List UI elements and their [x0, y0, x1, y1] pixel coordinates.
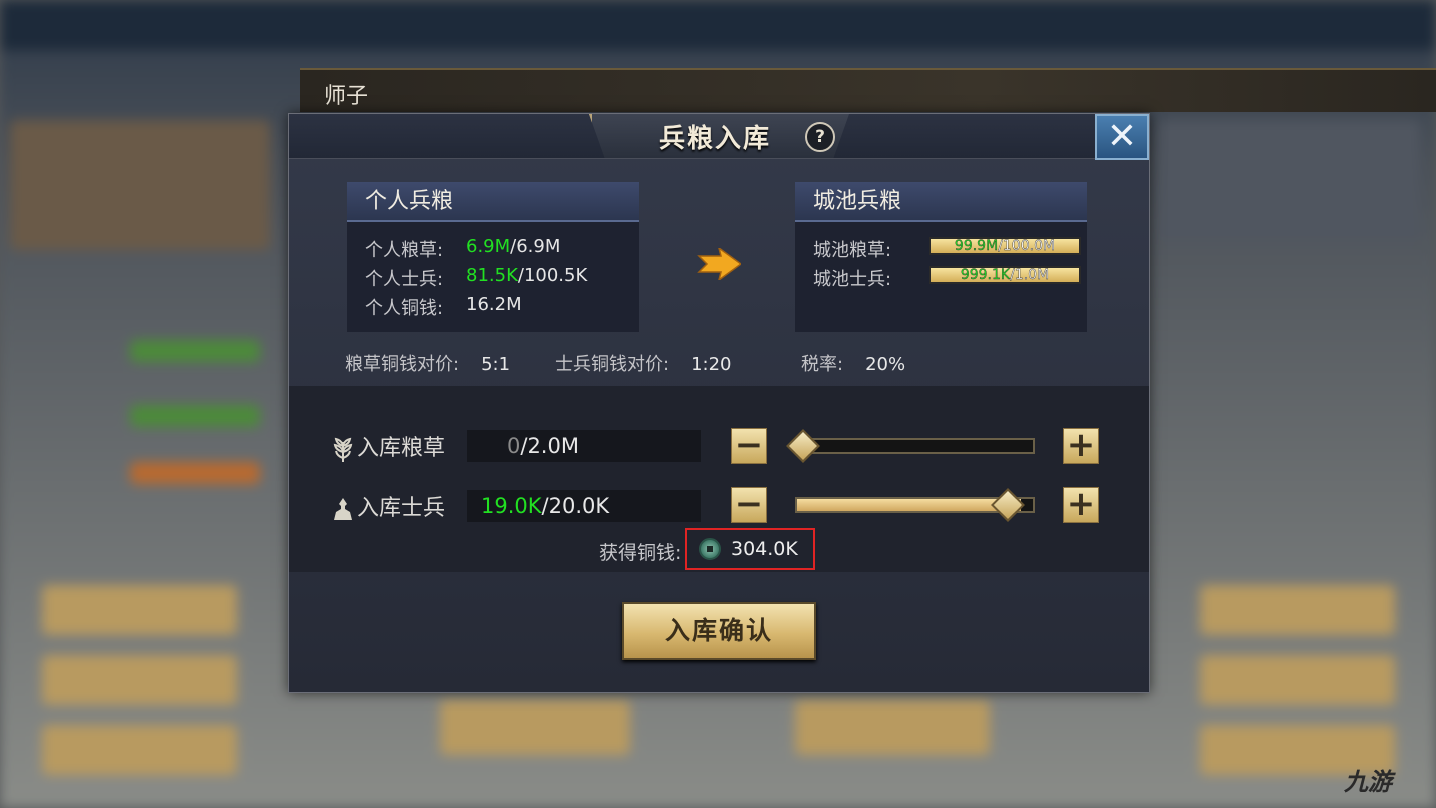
personal-grain-row: 个人粮草: 6.9M/6.9M: [365, 236, 561, 261]
confirm-deposit-button[interactable]: 入库确认: [622, 602, 816, 660]
grain-minus-button[interactable]: −: [731, 428, 767, 464]
transfer-arrow-icon: [697, 248, 741, 280]
grain-slider-track[interactable]: [795, 438, 1035, 454]
personal-soldiers-max: /100.5K: [517, 265, 588, 286]
city-soldiers-row: 城池士兵: 999.1K/1.0M: [813, 265, 1081, 291]
grain-rate: 粮草铜钱对价: 5:1: [345, 354, 511, 375]
deposit-soldiers-label: 入库士兵: [331, 490, 445, 522]
personal-grain-max: /6.9M: [510, 236, 561, 257]
grain-plus-button[interactable]: +: [1063, 428, 1099, 464]
help-icon[interactable]: ?: [805, 122, 835, 152]
soldiers-plus-button[interactable]: +: [1063, 487, 1099, 523]
personal-soldiers-current: 81.5K: [466, 265, 518, 286]
tax-rate: 税率: 20%: [801, 354, 906, 375]
wheat-icon: [333, 437, 353, 462]
earn-copper-label: 获得铜钱:: [599, 542, 682, 564]
player-name-bar: 师子: [300, 68, 1436, 112]
soldier-rate: 士兵铜钱对价: 1:20: [555, 354, 732, 375]
city-grain-bar: 99.9M/100.0M: [929, 237, 1081, 255]
personal-panel-title: 个人兵粮: [347, 182, 639, 222]
soldiers-minus-button[interactable]: −: [731, 487, 767, 523]
city-panel-title: 城池兵粮: [795, 182, 1087, 222]
city-grain-row: 城池粮草: 99.9M/100.0M: [813, 236, 1081, 262]
personal-supplies-panel: 个人兵粮 个人粮草: 6.9M/6.9M 个人士兵: 81.5K/100.5K …: [347, 182, 639, 332]
personal-copper-value: 16.2M: [466, 294, 522, 315]
player-name: 师子: [324, 84, 369, 109]
dialog-title: 兵粮入库: [659, 124, 772, 154]
personal-copper-row: 个人铜钱: 16.2M: [365, 294, 522, 319]
deposit-soldiers-input[interactable]: 19.0K/20.0K: [467, 490, 701, 522]
deposit-grain-label: 入库粮草: [331, 430, 445, 462]
personal-soldiers-row: 个人士兵: 81.5K/100.5K: [365, 265, 588, 290]
deposit-grain-input[interactable]: 0/2.0M: [467, 430, 701, 462]
watermark-logo: 九游: [1344, 768, 1392, 796]
deposit-dialog: 兵粮入库 ? ✕ 个人兵粮 个人粮草: 6.9M/6.9M 个人士兵: 81.5…: [288, 113, 1150, 693]
soldier-icon: [334, 498, 352, 520]
personal-grain-current: 6.9M: [466, 236, 511, 257]
city-soldiers-bar: 999.1K/1.0M: [929, 266, 1081, 284]
close-button[interactable]: ✕: [1095, 114, 1149, 160]
city-supplies-panel: 城池兵粮 城池粮草: 99.9M/100.0M 城池士兵: 999.1K/1.0…: [795, 182, 1087, 332]
highlight-box: [685, 528, 815, 570]
soldiers-slider-fill: [797, 499, 1022, 511]
